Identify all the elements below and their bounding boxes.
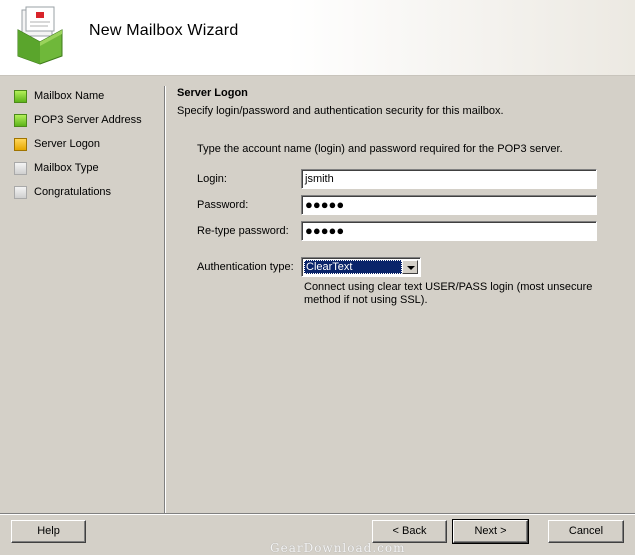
retype-password-input[interactable]: ●●●●●	[301, 221, 597, 241]
step-label: Mailbox Type	[34, 162, 99, 174]
step-pending-icon	[14, 162, 27, 175]
step-mailbox-type: Mailbox Type	[0, 158, 160, 182]
back-button[interactable]: < Back	[372, 520, 447, 543]
wizard-steps: Mailbox Name POP3 Server Address Server …	[0, 86, 160, 206]
step-current-icon	[14, 138, 27, 151]
help-button[interactable]: Help	[11, 520, 86, 543]
step-mailbox-name: Mailbox Name	[0, 86, 160, 110]
wizard-title: New Mailbox Wizard	[89, 22, 239, 39]
step-label: POP3 Server Address	[34, 114, 142, 126]
section-description: Specify login/password and authenticatio…	[177, 105, 504, 117]
login-label: Login:	[197, 173, 227, 185]
wizard-header: New Mailbox Wizard	[0, 0, 635, 76]
steps-divider	[164, 86, 166, 514]
footer-divider	[0, 513, 635, 515]
step-congratulations: Congratulations	[0, 182, 160, 206]
password-label: Password:	[197, 199, 249, 211]
password-input[interactable]: ●●●●●	[301, 195, 597, 215]
auth-type-select[interactable]: ClearText	[301, 257, 421, 277]
next-button[interactable]: Next >	[452, 519, 529, 544]
step-pending-icon	[14, 186, 27, 199]
step-server-logon: Server Logon	[0, 134, 160, 158]
form-intro: Type the account name (login) and passwo…	[197, 143, 563, 155]
step-label: Server Logon	[34, 138, 101, 150]
login-input[interactable]: jsmith	[301, 169, 597, 189]
dropdown-arrow-icon[interactable]	[402, 260, 418, 274]
watermark: GearDownload.com	[270, 541, 406, 555]
section-title: Server Logon	[177, 87, 248, 99]
step-pop3-server-address: POP3 Server Address	[0, 110, 160, 134]
mailbox-icon	[17, 6, 63, 65]
auth-type-value: ClearText	[304, 260, 402, 274]
step-label: Congratulations	[34, 186, 112, 198]
step-done-icon	[14, 114, 27, 127]
auth-type-description: Connect using clear text USER/PASS login…	[304, 281, 593, 306]
retype-password-label: Re-type password:	[197, 225, 289, 237]
step-label: Mailbox Name	[34, 90, 105, 102]
cancel-button[interactable]: Cancel	[548, 520, 624, 543]
auth-type-label: Authentication type:	[197, 261, 294, 273]
step-done-icon	[14, 90, 27, 103]
